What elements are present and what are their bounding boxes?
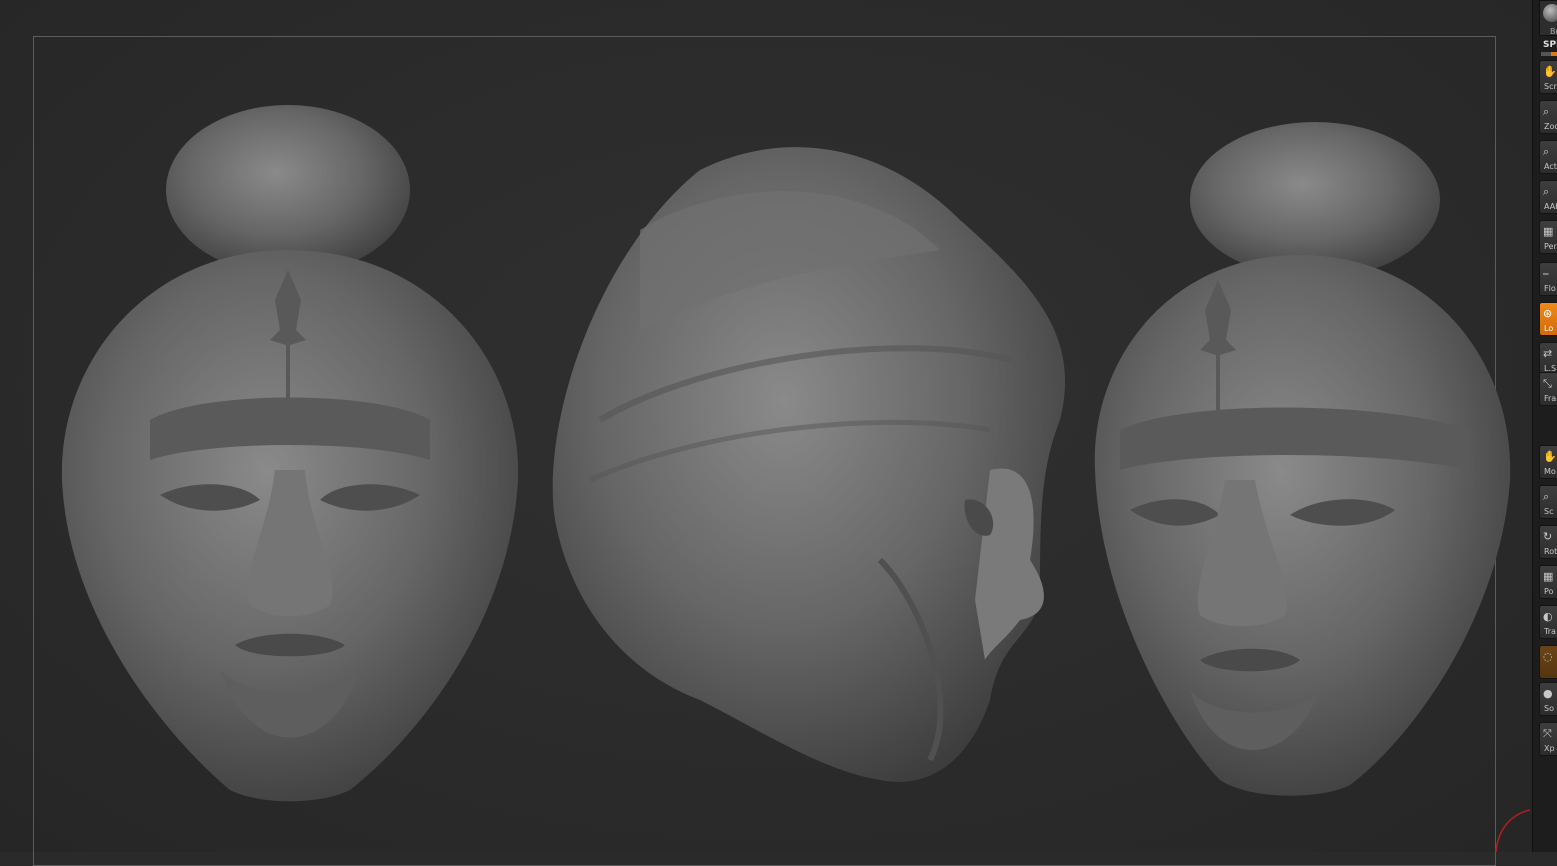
persp-label: SPi: [1543, 40, 1557, 50]
hand-icon: ✋: [1543, 65, 1557, 78]
rotate-icon: ↻: [1543, 530, 1553, 543]
grid-icon: ▦: [1543, 225, 1554, 238]
transp-icon: ◐: [1543, 610, 1553, 623]
shelf-button-label: Fra: [1544, 394, 1557, 403]
persp-slider[interactable]: [1541, 52, 1557, 56]
shelf-button-label: Act: [1544, 162, 1557, 171]
xpose-icon: ⤧: [1543, 727, 1552, 740]
shelf-button-frame[interactable]: ⤡ Fra: [1539, 372, 1557, 406]
shelf-button-label: Scr: [1544, 82, 1557, 91]
material-sphere-icon: [1543, 4, 1557, 22]
magnifier-icon: ⌕: [1543, 490, 1550, 503]
magnifier-icon: ⌕: [1543, 145, 1550, 158]
shelf-button-label: So: [1544, 704, 1554, 713]
shelf-button-persp[interactable]: ▦ Per: [1539, 220, 1557, 254]
shelf-button-scroll[interactable]: ✋ Scr: [1539, 60, 1557, 94]
shelf-button-label: Rot: [1544, 547, 1557, 556]
shelf-button-ghost[interactable]: ◌: [1539, 645, 1557, 679]
magnifier-icon: ⌕: [1543, 185, 1550, 198]
shelf-button-label: Po: [1544, 587, 1554, 596]
head-side[interactable]: [552, 147, 1066, 782]
shelf-button-label: Tra: [1544, 627, 1556, 636]
shelf-button-xpose[interactable]: ⤧ Xp: [1539, 722, 1557, 756]
symmetry-icon: ⇄: [1543, 347, 1553, 360]
material-button[interactable]: Br: [1539, 0, 1557, 36]
shelf-button-lsym[interactable]: ⇄ L.S: [1539, 342, 1557, 376]
sculpt-viewport[interactable]: [0, 0, 1532, 866]
polyframe-icon: ▦: [1543, 570, 1554, 583]
shelf-button-label: Mo: [1544, 467, 1556, 476]
shelf-button-label: AAH: [1544, 202, 1557, 211]
hand-icon: ✋: [1543, 450, 1557, 463]
right-shelf: Br SPi ✋ Scr ⌕ Zoo ⌕ Act ⌕ AAH ▦ Per ⎯ Flo ⊛ Lo ⇄L.S⤡ F…: [1532, 0, 1557, 852]
floor-icon: ⎯: [1543, 267, 1549, 280]
head-front[interactable]: [61, 105, 519, 802]
shelf-button-transp[interactable]: ◐ Tra: [1539, 605, 1557, 639]
shelf-button-rotate[interactable]: ↻ Rot: [1539, 525, 1557, 559]
shelf-button-solo[interactable]: ● So: [1539, 682, 1557, 716]
solo-icon: ●: [1543, 687, 1553, 700]
frame-icon: ⤡: [1543, 377, 1552, 390]
shelf-button-move[interactable]: ✋ Mo: [1539, 445, 1557, 479]
shelf-button-label: Lo: [1544, 324, 1554, 333]
sculpt-models[interactable]: [0, 0, 1532, 852]
shelf-button-label: Xp: [1544, 744, 1555, 753]
shelf-button-zoom[interactable]: ⌕ Zoo: [1539, 100, 1557, 134]
shelf-button-aahalf[interactable]: ⌕ AAH: [1539, 180, 1557, 214]
ghost-icon: ◌: [1543, 650, 1553, 663]
shelf-button-local[interactable]: ⊛ Lo: [1539, 302, 1557, 336]
local-icon: ⊛: [1543, 307, 1553, 320]
material-button-label: Br: [1550, 27, 1557, 36]
magnifier-icon: ⌕: [1543, 105, 1550, 118]
shelf-button-floor[interactable]: ⎯ Flo: [1539, 262, 1557, 296]
head-three-quarter[interactable]: [1094, 122, 1511, 796]
shelf-button-actual[interactable]: ⌕ Act: [1539, 140, 1557, 174]
shelf-button-label: Zoo: [1544, 122, 1557, 131]
shelf-button-label: Sc: [1544, 507, 1554, 516]
shelf-button-label: Flo: [1544, 284, 1556, 293]
shelf-button-label: Per: [1544, 242, 1557, 251]
shelf-button-scale[interactable]: ⌕ Sc: [1539, 485, 1557, 519]
shelf-button-polyf[interactable]: ▦ Po: [1539, 565, 1557, 599]
rotation-gizmo-arc[interactable]: [1494, 806, 1532, 852]
